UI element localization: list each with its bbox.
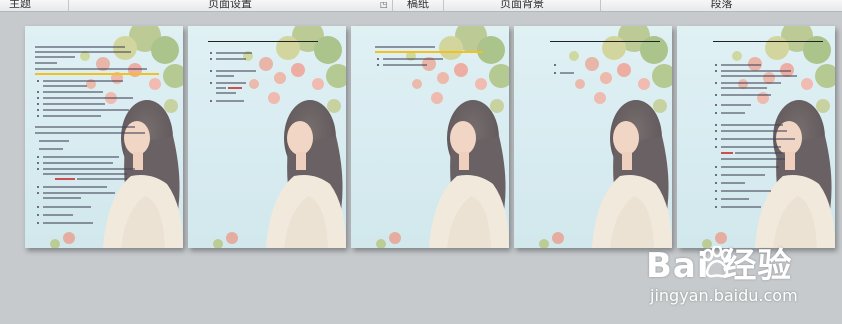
document-canvas[interactable]: Bai 经验 jingyan.baidu.com: [0, 12, 842, 315]
ribbon-group-label: 页面设置: [208, 0, 252, 10]
ribbon-group-page-setup[interactable]: 页面设置: [69, 0, 391, 11]
ribbon-group-label: 页面背景: [500, 0, 544, 10]
document-page[interactable]: [25, 26, 183, 248]
ribbon-group-label: 稿纸: [407, 0, 429, 10]
ribbon-group-theme[interactable]: 主题: [0, 0, 40, 11]
ribbon-group-label: 段落: [710, 0, 733, 10]
page-text-block: [351, 26, 509, 248]
baidu-paw-icon: [702, 246, 732, 278]
ribbon-group-labels: 主题 页面设置 ◳ 稿纸 页面背景 段落: [0, 0, 842, 12]
page-text-block: [514, 26, 672, 248]
ribbon-group-page-background[interactable]: 页面背景: [444, 0, 600, 11]
ribbon-group-paragraph[interactable]: 段落: [601, 0, 842, 11]
document-page[interactable]: [514, 26, 672, 248]
page-text-block: [25, 26, 183, 248]
document-page[interactable]: [677, 26, 835, 248]
page-text-block: [188, 26, 346, 248]
ribbon-group-manuscript[interactable]: 稿纸: [393, 0, 443, 11]
dialog-launcher-icon[interactable]: ◳: [380, 0, 388, 10]
ribbon-group-label: 主题: [9, 0, 31, 10]
document-page[interactable]: [188, 26, 346, 248]
watermark-url: jingyan.baidu.com: [650, 286, 798, 305]
page-text-block: [677, 26, 835, 248]
document-page[interactable]: [351, 26, 509, 248]
baidu-jingyan-watermark: Bai 经验 jingyan.baidu.com: [646, 238, 836, 324]
